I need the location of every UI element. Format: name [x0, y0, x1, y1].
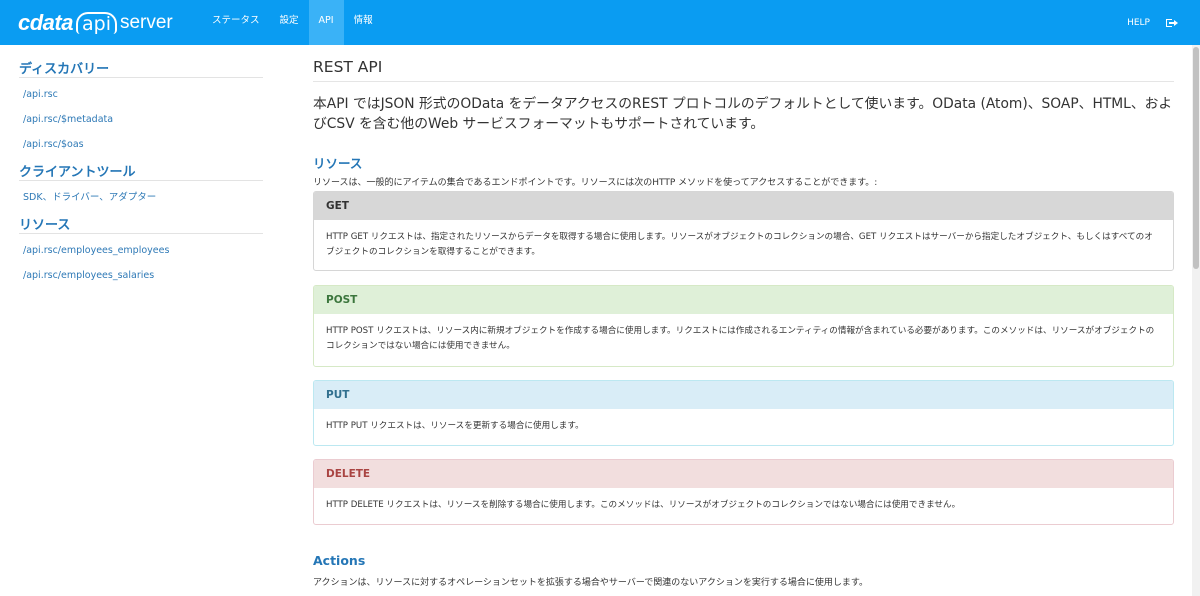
- top-navbar: cdata api server ステータス 設定 API 情報 HELP: [0, 0, 1200, 45]
- sidebar-link-sdk[interactable]: SDK、ドライバー、アダプター: [23, 189, 263, 214]
- get-panel: GET HTTP GET リクエストは、指定されたリソースからデータを取得する場…: [313, 191, 1174, 271]
- post-panel: POST HTTP POST リクエストは、リソース内に新規オブジェクトを作成す…: [313, 285, 1174, 367]
- delete-panel-body: HTTP DELETE リクエストは、リソースを削除する場合に使用します。このメ…: [326, 500, 961, 510]
- resources-heading: リソース: [313, 156, 363, 171]
- brand-cdata: cdata: [18, 10, 73, 35]
- sidebar-link-employees-salaries[interactable]: /api.rsc/employees_salaries: [23, 267, 263, 292]
- nav-api[interactable]: API: [308, 0, 344, 45]
- sidebar-list-clients: SDK、ドライバー、アダプター: [19, 181, 263, 214]
- sidebar-link-api-rsc[interactable]: /api.rsc: [23, 86, 263, 111]
- brand-api: api: [75, 12, 117, 34]
- put-panel-body: HTTP PUT リクエストは、リソースを更新する場合に使用します。: [326, 421, 584, 431]
- sidebar-heading-clients: クライアントツール: [19, 161, 263, 181]
- delete-panel-title: DELETE: [314, 460, 1173, 488]
- nav-right: HELP: [1127, 0, 1178, 45]
- logout-icon-arrow: [1169, 19, 1178, 26]
- scrollbar-thumb[interactable]: [1193, 47, 1199, 269]
- sidebar-list-resources: /api.rsc/employees_employees /api.rsc/em…: [19, 234, 263, 292]
- delete-panel: DELETE HTTP DELETE リクエストは、リソースを削除する場合に使用…: [313, 459, 1174, 525]
- put-panel-title: PUT: [314, 381, 1173, 409]
- sidebar-link-employees-employees[interactable]: /api.rsc/employees_employees: [23, 242, 263, 267]
- sidebar-heading-resources: リソース: [19, 214, 263, 234]
- main-content: REST API 本API ではJSON 形式のOData をデータアクセスのR…: [313, 58, 1174, 588]
- actions-heading: Actions: [313, 553, 366, 568]
- sidebar-list-discovery: /api.rsc /api.rsc/$metadata /api.rsc/$oa…: [19, 78, 263, 161]
- nav-info[interactable]: 情報: [344, 0, 383, 45]
- put-panel: PUT HTTP PUT リクエストは、リソースを更新する場合に使用します。: [313, 380, 1174, 446]
- sidebar-link-metadata[interactable]: /api.rsc/$metadata: [23, 111, 263, 136]
- actions-description: アクションは、リソースに対するオペレーションセットを拡張する場合やサーバーで関連…: [313, 578, 868, 588]
- resources-description: リソースは、一般的にアイテムの集合であるエンドポイントです。リソースには次のHT…: [313, 178, 878, 188]
- lead-paragraph: 本API ではJSON 形式のOData をデータアクセスのREST プロトコル…: [313, 96, 1173, 132]
- brand-server: server: [119, 12, 173, 33]
- post-panel-body: HTTP POST リクエストは、リソース内に新規オブジェクトを作成する場合に使…: [326, 326, 1155, 351]
- post-panel-title: POST: [314, 286, 1173, 314]
- nav-settings[interactable]: 設定: [270, 0, 309, 45]
- sidebar-link-oas[interactable]: /api.rsc/$oas: [23, 136, 263, 161]
- brand-logo[interactable]: cdata api server: [18, 10, 173, 36]
- logout-icon[interactable]: [1166, 18, 1178, 28]
- get-panel-title: GET: [314, 192, 1173, 220]
- main-nav: ステータス 設定 API 情報: [202, 0, 383, 45]
- sidebar-heading-discovery: ディスカバリー: [19, 58, 263, 78]
- nav-status[interactable]: ステータス: [202, 0, 270, 45]
- get-panel-body: HTTP GET リクエストは、指定されたリソースからデータを取得する場合に使用…: [326, 232, 1153, 257]
- help-link[interactable]: HELP: [1127, 18, 1150, 28]
- page-title: REST API: [313, 58, 1174, 82]
- page-scrollbar[interactable]: [1192, 45, 1200, 596]
- sidebar: ディスカバリー /api.rsc /api.rsc/$metadata /api…: [19, 58, 263, 292]
